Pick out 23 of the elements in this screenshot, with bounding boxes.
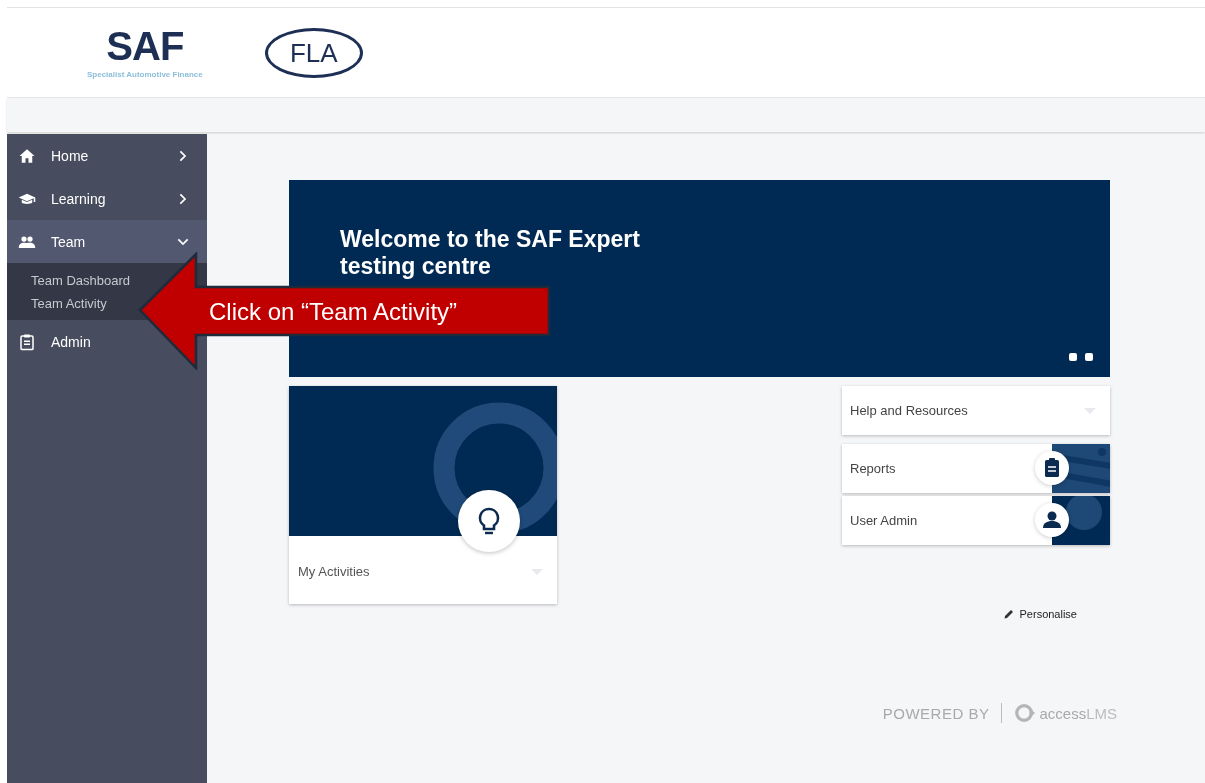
personalise-link[interactable]: Personalise [1002,608,1077,620]
brand-name: accessLMS [1039,704,1117,722]
nav-item[interactable]: Home [7,134,207,177]
tile-card[interactable]: My Activities [289,386,557,604]
link-card[interactable]: Reports [842,444,1110,493]
submenu-item[interactable]: Team Dashboard [7,269,130,292]
banner-title: Welcome to the SAF Expert testing centre [340,226,641,280]
ring-logo-icon [1014,702,1037,724]
link-card[interactable]: User Admin [842,496,1110,545]
link-card[interactable]: Help and Resources [842,386,1110,435]
logo-tagline: Specialist Automotive Finance [87,70,203,79]
powered-by-text: POWERED BY [882,704,990,722]
nav-item[interactable]: Learning [7,177,207,220]
tile-label: My Activities [298,564,370,579]
pencil-icon [1002,608,1015,620]
nav-item[interactable]: Team [7,220,207,263]
nav-item[interactable]: Admin [7,320,207,363]
logo-oval: FLA [264,27,363,78]
carousel-dots-icon [1068,352,1094,362]
submenu-item[interactable]: Team Activity [7,292,107,315]
logo-text: SAF [106,26,184,66]
clipboard-icon [18,332,36,351]
callout-text: Click on “Team Activity” [209,298,458,326]
